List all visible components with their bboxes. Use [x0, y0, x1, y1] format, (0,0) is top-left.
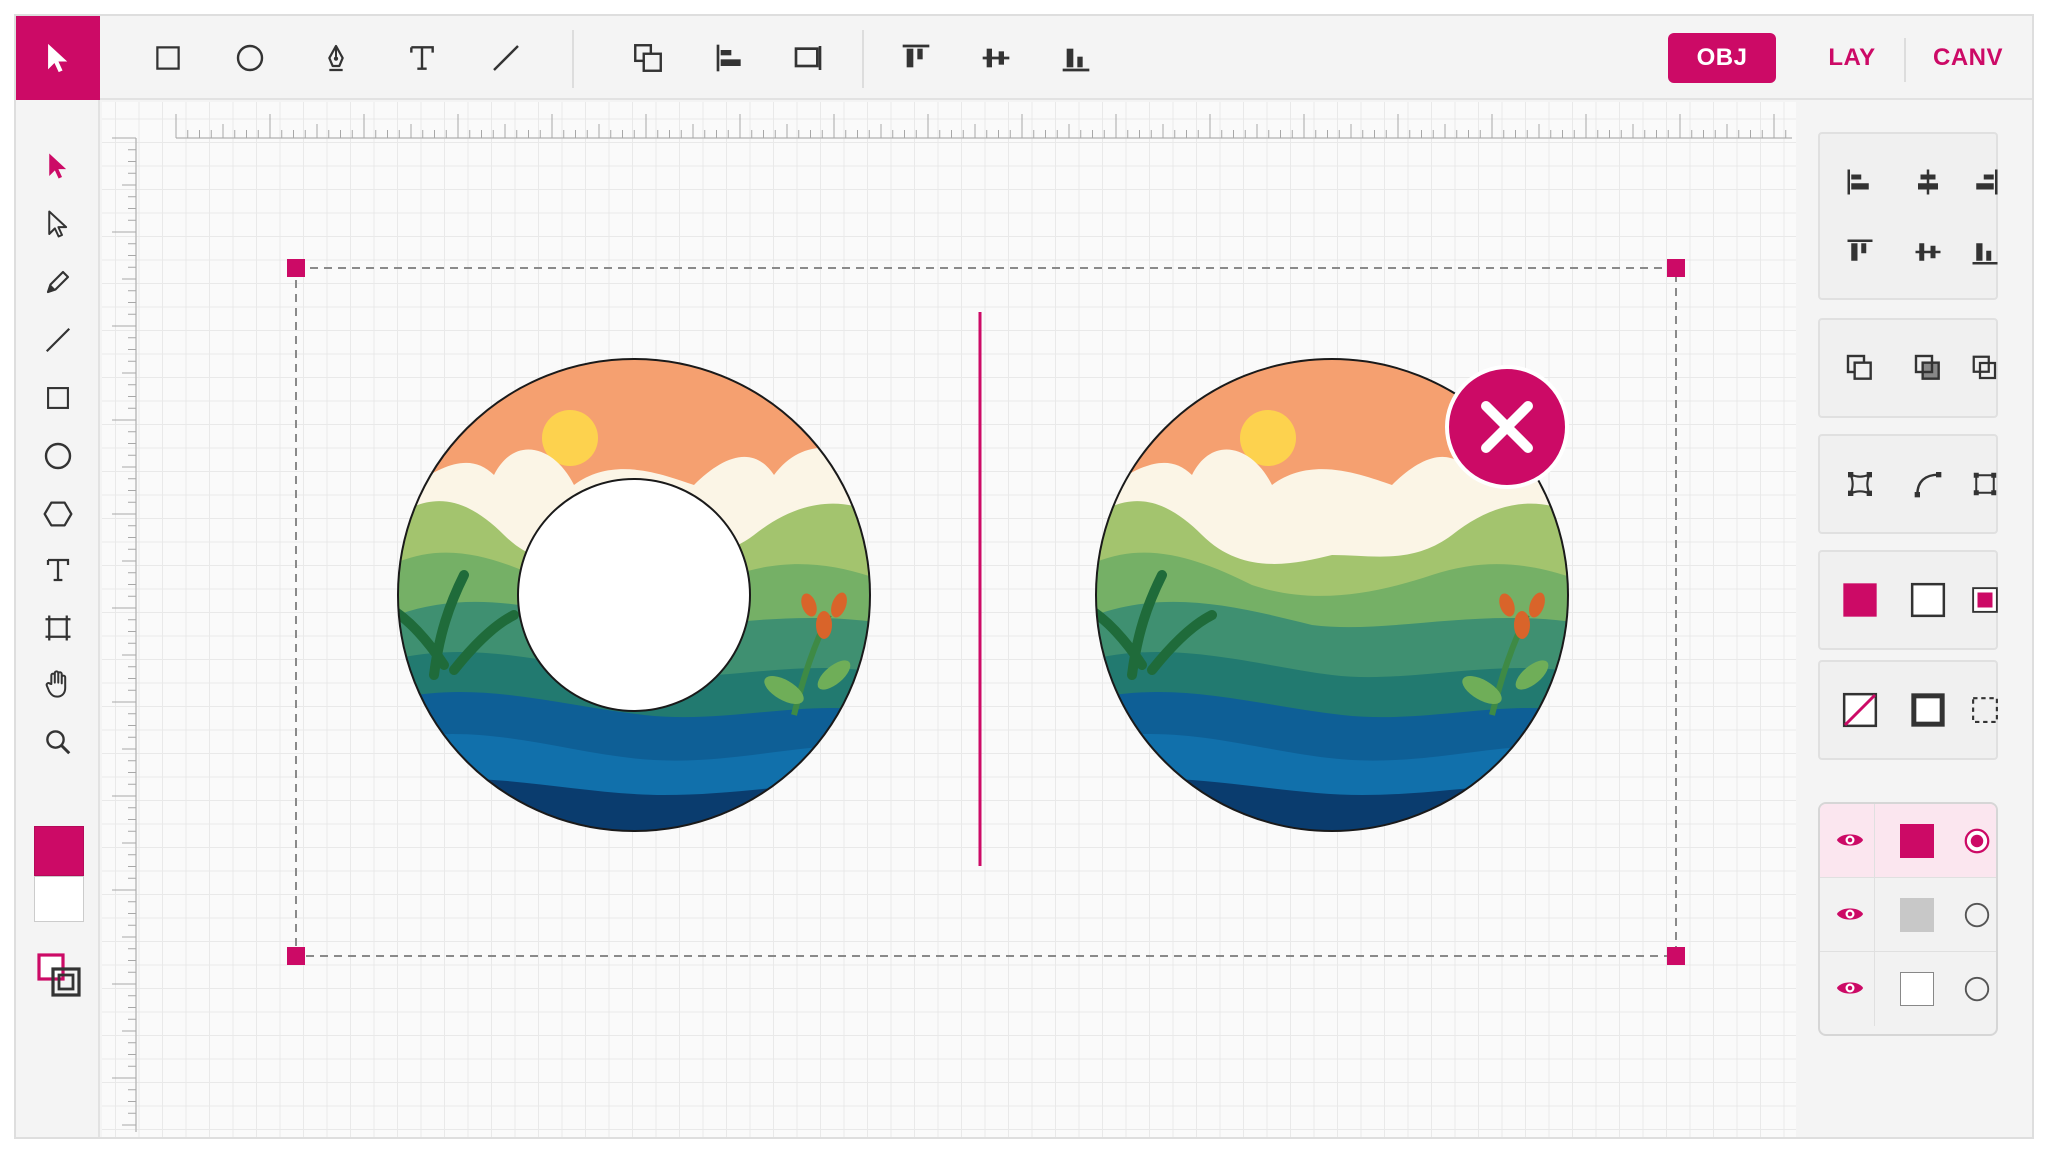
- fill-modes-group: [1818, 550, 1998, 650]
- align-left-icon[interactable]: [1838, 160, 1882, 204]
- align-bottom-icon[interactable]: [1054, 36, 1098, 80]
- text-icon[interactable]: [400, 36, 444, 80]
- layer-row[interactable]: [1820, 878, 1996, 952]
- top-toolbar: OBJ LAY CANV: [16, 16, 2032, 100]
- line-icon[interactable]: [36, 318, 80, 362]
- layers-list: [1818, 802, 1998, 1036]
- layer-radio[interactable]: [1960, 972, 1994, 1006]
- fill-none-icon[interactable]: [1906, 578, 1950, 622]
- layer-divider: [1874, 878, 1875, 952]
- curve-icon[interactable]: [1906, 462, 1950, 506]
- layer-swatch: [1900, 824, 1934, 858]
- resize-handle: [1667, 947, 1685, 965]
- polygon-icon[interactable]: [36, 492, 80, 536]
- dashed-stroke-icon[interactable]: [1970, 688, 2000, 732]
- align-top-icon[interactable]: [894, 36, 938, 80]
- stroke-color-swatch[interactable]: [34, 876, 84, 922]
- eye-icon[interactable]: [1832, 896, 1868, 932]
- align-group: [1818, 132, 1998, 300]
- pencil-icon[interactable]: [36, 260, 80, 304]
- editor-window: OBJ LAY CANV: [14, 14, 2034, 1139]
- align-bottom-icon[interactable]: [1970, 230, 2000, 274]
- resize-handle: [1667, 259, 1685, 277]
- swap-colors-icon[interactable]: [34, 950, 84, 1000]
- align-right-icon[interactable]: [1970, 160, 2000, 204]
- hand-icon[interactable]: [36, 662, 80, 706]
- bring-forward-icon[interactable]: [1838, 346, 1882, 390]
- artboard-icon[interactable]: [36, 606, 80, 650]
- align-center-icon[interactable]: [1906, 160, 1950, 204]
- fill-inset-icon[interactable]: [1970, 578, 2000, 622]
- layer-divider: [1874, 804, 1875, 878]
- left-toolbar: [16, 100, 100, 1137]
- path-ops-group: [1818, 434, 1998, 534]
- thick-stroke-icon[interactable]: [1906, 688, 1950, 732]
- fill-solid-icon[interactable]: [1838, 578, 1882, 622]
- duplicate-icon[interactable]: [1970, 346, 2000, 390]
- ring-shape[interactable]: [374, 335, 894, 855]
- select-icon[interactable]: [36, 144, 80, 188]
- align-middle-icon[interactable]: [1906, 230, 1950, 274]
- direct-select-icon[interactable]: [36, 202, 80, 246]
- text-icon[interactable]: [36, 548, 80, 592]
- tab-canvas[interactable]: CANV: [1912, 33, 2024, 83]
- layer-row[interactable]: [1820, 804, 1996, 878]
- align-middle-icon[interactable]: [974, 36, 1018, 80]
- layer-radio[interactable]: [1960, 898, 1994, 932]
- stroke-modes-group: [1818, 660, 1998, 760]
- arrange-group: [1818, 318, 1998, 418]
- zoom-icon[interactable]: [36, 720, 80, 764]
- layer-row[interactable]: [1820, 952, 1996, 1026]
- layer-swatch: [1900, 972, 1934, 1006]
- line-icon[interactable]: [484, 36, 528, 80]
- rectangle-icon[interactable]: [36, 376, 80, 420]
- close-icon[interactable]: [1445, 365, 1569, 489]
- layer-radio-selected[interactable]: [1960, 824, 1994, 858]
- tab-layers[interactable]: LAY: [1802, 33, 1902, 83]
- send-backward-icon[interactable]: [1906, 346, 1950, 390]
- resize-handle: [287, 947, 305, 965]
- cursor-icon: [48, 43, 68, 73]
- align-top-icon[interactable]: [1838, 230, 1882, 274]
- path-nodes-icon[interactable]: [1838, 462, 1882, 506]
- toolbar-divider: [572, 30, 574, 88]
- select-tool-button[interactable]: [16, 16, 100, 100]
- toolbar-divider: [1904, 38, 1906, 82]
- resize-handle: [287, 259, 305, 277]
- layer-divider: [1874, 952, 1875, 1026]
- pen-icon[interactable]: [314, 36, 358, 80]
- tab-objects[interactable]: OBJ: [1668, 33, 1776, 83]
- canvas-area[interactable]: [102, 102, 1796, 1137]
- artboard: [112, 114, 1792, 1132]
- right-panel: [1798, 102, 2032, 1137]
- eye-icon[interactable]: [1832, 822, 1868, 858]
- arrange-icon[interactable]: [626, 36, 670, 80]
- eye-icon[interactable]: [1832, 970, 1868, 1006]
- no-stroke-icon[interactable]: [1838, 688, 1882, 732]
- fill-color-swatch[interactable]: [34, 826, 84, 876]
- ellipse-icon[interactable]: [228, 36, 272, 80]
- ellipse-icon[interactable]: [36, 434, 80, 478]
- align-left-icon[interactable]: [708, 36, 752, 80]
- toolbar-divider: [862, 30, 864, 88]
- transform-box-icon[interactable]: [1970, 462, 2000, 506]
- rectangle-icon[interactable]: [146, 36, 190, 80]
- layer-swatch: [1900, 898, 1934, 932]
- crop-icon[interactable]: [786, 36, 830, 80]
